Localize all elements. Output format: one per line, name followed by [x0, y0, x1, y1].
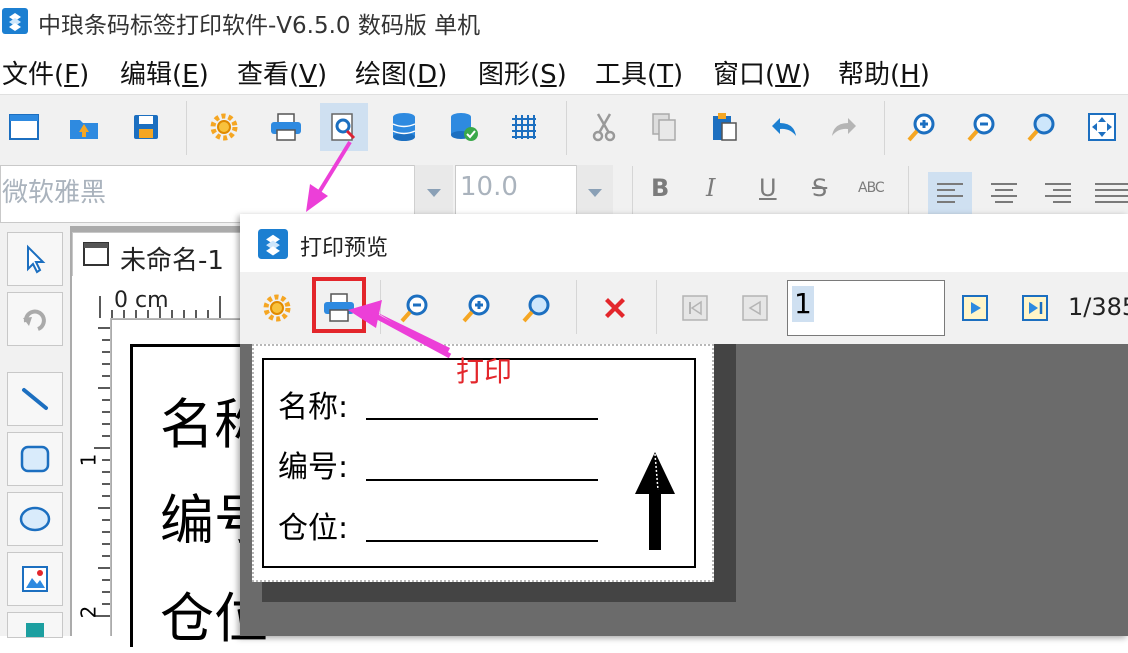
fit-page-icon[interactable]: [1078, 103, 1126, 151]
preview-field-location-underline: [366, 540, 598, 542]
page-shadow-bottom: [262, 582, 736, 602]
annotation-arrow-2: [346, 298, 456, 358]
save-icon[interactable]: [122, 103, 170, 151]
open-file-icon[interactable]: [60, 103, 108, 151]
preview-zoom-in-icon[interactable]: [452, 281, 502, 335]
menu-file[interactable]: 文件(F): [2, 54, 89, 91]
align-right-button[interactable]: [1036, 172, 1080, 216]
menu-shape[interactable]: 图形(S): [478, 54, 567, 91]
ruler-mark-2: 2: [76, 605, 101, 619]
vertical-ruler: [72, 318, 111, 636]
menu-edit[interactable]: 编辑(E): [120, 54, 209, 91]
bold-button[interactable]: B: [651, 174, 669, 202]
menu-tools[interactable]: 工具(T): [595, 54, 683, 91]
toolbar-separator: [656, 280, 657, 334]
char-spacing-button[interactable]: ABC: [858, 180, 885, 196]
preview-field-name-underline: [366, 418, 598, 420]
zoom-in-icon[interactable]: [898, 103, 946, 151]
settings-gear-icon[interactable]: [200, 103, 248, 151]
menu-draw[interactable]: 绘图(D): [355, 54, 447, 91]
up-arrow-icon: [632, 450, 678, 552]
app-logo-icon: [2, 8, 28, 34]
next-page-icon[interactable]: [950, 281, 1000, 335]
underline-button[interactable]: U: [759, 174, 777, 202]
previous-page-icon[interactable]: [730, 281, 780, 335]
italic-button[interactable]: I: [706, 174, 715, 202]
menu-view[interactable]: 查看(V): [237, 54, 327, 91]
page-number-value: 1: [792, 286, 814, 322]
align-left-button[interactable]: [928, 172, 972, 216]
rectangle-tool-icon[interactable]: [7, 432, 63, 486]
preview-settings-gear-icon[interactable]: [252, 281, 302, 335]
window-title: 中琅条码标签打印软件-V6.5.0 数码版 单机: [38, 13, 481, 39]
font-family-value: 微软雅黑: [2, 178, 107, 208]
menu-window[interactable]: 窗口(W): [713, 54, 811, 91]
zoom-out-icon[interactable]: [958, 103, 1006, 151]
cut-icon[interactable]: [580, 103, 628, 151]
undo-icon[interactable]: [760, 103, 808, 151]
align-justify-button[interactable]: [1086, 172, 1128, 216]
font-size-dropdown-button[interactable]: [576, 165, 613, 221]
page-shadow: [714, 344, 736, 602]
ruler-unit-label: 0 cm: [114, 288, 169, 313]
more-tools-icon[interactable]: [7, 612, 63, 638]
toolbar-separator: [186, 101, 187, 155]
toolbar-separator: [632, 166, 633, 220]
ruler-mark-1: 1: [76, 453, 101, 467]
preview-zoom-icon[interactable]: [512, 281, 562, 335]
first-page-icon[interactable]: [670, 281, 720, 335]
database-check-icon[interactable]: [440, 103, 488, 151]
print-annotation-label: 打印: [456, 355, 513, 388]
align-center-button[interactable]: [982, 172, 1026, 216]
dialog-app-icon: [258, 229, 288, 259]
menu-bar: 文件(F) 编辑(E) 查看(V) 绘图(D) 图形(S) 工具(T) 窗口(W…: [0, 44, 1128, 94]
preview-field-name: 名称:: [278, 390, 349, 425]
annotation-arrow-1: [300, 138, 360, 216]
rotate-tool-icon[interactable]: [7, 292, 63, 346]
database-icon[interactable]: [380, 103, 428, 151]
line-tool-icon[interactable]: [7, 372, 63, 426]
font-family-dropdown-button[interactable]: [414, 165, 453, 221]
copy-icon[interactable]: [640, 103, 688, 151]
toolbar-separator: [576, 280, 577, 334]
select-arrow-icon[interactable]: [7, 232, 63, 286]
document-tab-title: 未命名-1: [120, 246, 224, 276]
dialog-title: 打印预览: [300, 236, 389, 261]
zoom-icon[interactable]: [1018, 103, 1066, 151]
last-page-icon[interactable]: [1010, 281, 1060, 335]
image-tool-icon[interactable]: [7, 552, 63, 606]
new-window-icon[interactable]: [0, 103, 48, 151]
grid-icon[interactable]: [500, 103, 548, 151]
paste-icon[interactable]: [700, 103, 748, 151]
preview-field-number-underline: [366, 479, 598, 481]
page-count-label: 1/385: [1068, 293, 1128, 321]
toolbar-separator: [566, 101, 567, 155]
redo-icon[interactable]: [820, 103, 868, 151]
menu-help[interactable]: 帮助(H): [838, 54, 930, 91]
close-preview-icon[interactable]: [590, 281, 640, 335]
toolbar-separator: [908, 166, 909, 220]
ellipse-tool-icon[interactable]: [7, 492, 63, 546]
preview-field-number: 编号:: [278, 450, 349, 485]
document-tab-icon: [82, 240, 110, 268]
font-size-value: 10.0: [460, 172, 518, 202]
strikethrough-button[interactable]: S: [812, 174, 827, 202]
main-toolbar: [0, 94, 1128, 161]
toolbar-separator: [884, 101, 885, 155]
preview-field-location: 仓位:: [278, 511, 349, 546]
